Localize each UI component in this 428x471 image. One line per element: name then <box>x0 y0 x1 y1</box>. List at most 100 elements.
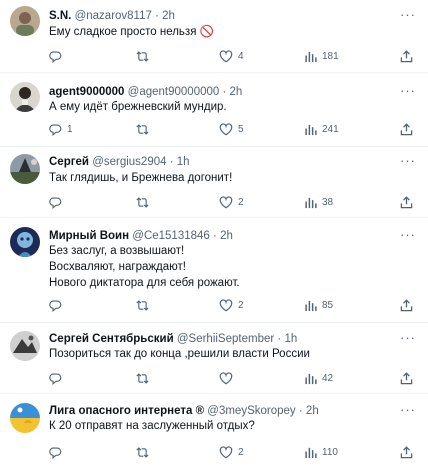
share-button[interactable] <box>400 444 413 460</box>
timestamp[interactable]: 1h <box>284 333 297 345</box>
retweet-button[interactable] <box>135 444 155 460</box>
share-button[interactable] <box>400 297 413 313</box>
retweet-button[interactable] <box>135 370 155 386</box>
more-dots-icon[interactable]: ··· <box>400 84 416 97</box>
author-handle[interactable]: @nazarov8117 <box>75 10 152 22</box>
like-button[interactable]: 2 <box>219 297 244 313</box>
retweet-button[interactable] <box>135 297 155 313</box>
views-button[interactable]: 181 <box>304 48 339 64</box>
reply-count: 1 <box>67 123 73 135</box>
comment-item[interactable]: S.N. @nazarov8117 · 2h ··· Ему сладкое п… <box>0 0 428 73</box>
author-handle[interactable]: @Ce15131846 <box>132 230 210 242</box>
comment-item[interactable]: Лига опасного интернета ® @3meySkoropey … <box>0 394 428 471</box>
author-name[interactable]: Сергей <box>49 156 89 168</box>
timestamp[interactable]: 2h <box>220 230 233 242</box>
like-button[interactable]: 5 <box>219 121 244 137</box>
share-button[interactable] <box>400 121 413 137</box>
comment-text: Без заслуг, а возвышают! Восхваляют, наг… <box>49 243 240 291</box>
author-name[interactable]: Лига опасного интернета ® <box>49 405 204 417</box>
reply-button[interactable] <box>49 370 67 386</box>
separator: · <box>222 86 227 98</box>
reply-button[interactable] <box>49 297 67 313</box>
heart-icon <box>219 49 233 63</box>
avatar[interactable] <box>10 403 40 433</box>
timestamp[interactable]: 2h <box>230 86 243 98</box>
comment-text: К 20 отправят на заслуженный отдых? <box>49 418 255 434</box>
reply-button[interactable]: 1 <box>49 121 73 137</box>
like-button[interactable]: 2 <box>219 194 244 210</box>
like-button[interactable]: 2 <box>219 444 244 460</box>
comment-item[interactable]: Мирный Воин @Ce15131846 · 2h ··· Без зас… <box>0 218 428 323</box>
comment-item[interactable]: Сергей @sergius2904 · 1h ··· Так глядишь… <box>0 147 428 218</box>
views-button[interactable]: 42 <box>304 370 333 386</box>
views-button[interactable]: 38 <box>304 194 333 210</box>
comment-header: Лига опасного интернета ® @3meySkoropey … <box>49 404 319 418</box>
comment-header: S.N. @nazarov8117 · 2h <box>49 9 175 23</box>
timestamp[interactable]: 2h <box>306 405 319 417</box>
avatar[interactable] <box>10 82 40 112</box>
avatar[interactable] <box>10 227 40 257</box>
action-bar: 1 5 241 <box>49 121 419 137</box>
action-bar: 42 <box>49 370 419 386</box>
timestamp[interactable]: 1h <box>177 156 190 168</box>
author-handle[interactable]: @3meySkoropey <box>207 405 295 417</box>
retweet-button[interactable] <box>135 194 155 210</box>
views-button[interactable]: 241 <box>304 121 339 137</box>
author-handle[interactable]: @sergius2904 <box>92 156 166 168</box>
like-count: 4 <box>238 50 244 62</box>
retweet-button[interactable] <box>135 121 155 137</box>
more-dots-icon[interactable]: ··· <box>400 331 416 344</box>
comment-item[interactable]: Сергей Сентябрьский @SerhiiSeptember · 1… <box>0 323 428 394</box>
more-dots-icon[interactable]: ··· <box>400 403 416 416</box>
like-button[interactable] <box>219 370 238 386</box>
share-icon <box>400 49 413 63</box>
reply-button[interactable] <box>49 194 67 210</box>
reply-button[interactable] <box>49 444 67 460</box>
views-bar-chart-icon <box>304 299 317 312</box>
avatar[interactable] <box>10 154 40 184</box>
share-icon <box>400 371 413 385</box>
more-dots-icon[interactable]: ··· <box>400 228 416 241</box>
comment-item[interactable]: agent9000000 @agent90000000 · 2h ··· А е… <box>0 73 428 147</box>
share-button[interactable] <box>400 48 413 64</box>
author-name[interactable]: S.N. <box>49 10 71 22</box>
heart-icon <box>219 445 233 459</box>
share-button[interactable] <box>400 194 413 210</box>
like-count: 2 <box>238 196 244 208</box>
like-count: 5 <box>238 123 244 135</box>
timestamp[interactable]: 2h <box>162 10 175 22</box>
share-icon <box>400 445 413 459</box>
views-button[interactable]: 85 <box>304 297 333 313</box>
views-bar-chart-icon <box>304 446 317 459</box>
author-name[interactable]: Сергей Сентябрьский <box>49 333 174 345</box>
views-button[interactable]: 110 <box>304 444 338 460</box>
avatar[interactable] <box>10 331 40 361</box>
view-count: 38 <box>322 196 334 208</box>
comment-line: К 20 отправят на заслуженный отдых? <box>49 420 255 432</box>
more-dots-icon[interactable]: ··· <box>400 8 416 21</box>
retweet-icon <box>135 196 150 209</box>
like-button[interactable]: 4 <box>219 48 244 64</box>
reply-feed: S.N. @nazarov8117 · 2h ··· Ему сладкое п… <box>0 0 428 471</box>
retweet-icon <box>135 372 150 385</box>
author-handle[interactable]: @SerhiiSeptember <box>177 333 274 345</box>
retweet-button[interactable] <box>135 48 155 64</box>
comment-line: Без заслуг, а возвышают! <box>49 245 185 257</box>
avatar[interactable] <box>10 6 40 36</box>
heart-icon <box>219 122 233 136</box>
action-bar: 4 181 <box>49 48 419 64</box>
retweet-icon <box>135 446 150 459</box>
comment-line: Позориться так до конца ,решили власти Р… <box>49 348 310 360</box>
separator: · <box>277 333 282 345</box>
like-count: 2 <box>238 299 244 311</box>
more-dots-icon[interactable]: ··· <box>400 154 416 167</box>
share-button[interactable] <box>400 370 413 386</box>
author-handle[interactable]: @agent90000000 <box>128 86 220 98</box>
author-name[interactable]: Мирный Воин <box>49 230 129 242</box>
comment-text: Позориться так до конца ,решили власти Р… <box>49 346 310 362</box>
author-name[interactable]: agent9000000 <box>49 86 124 98</box>
like-count: 2 <box>238 446 244 458</box>
separator: · <box>169 156 174 168</box>
reply-button[interactable] <box>49 48 67 64</box>
comment-line: Нового диктатора для себя рожают. <box>49 277 240 289</box>
